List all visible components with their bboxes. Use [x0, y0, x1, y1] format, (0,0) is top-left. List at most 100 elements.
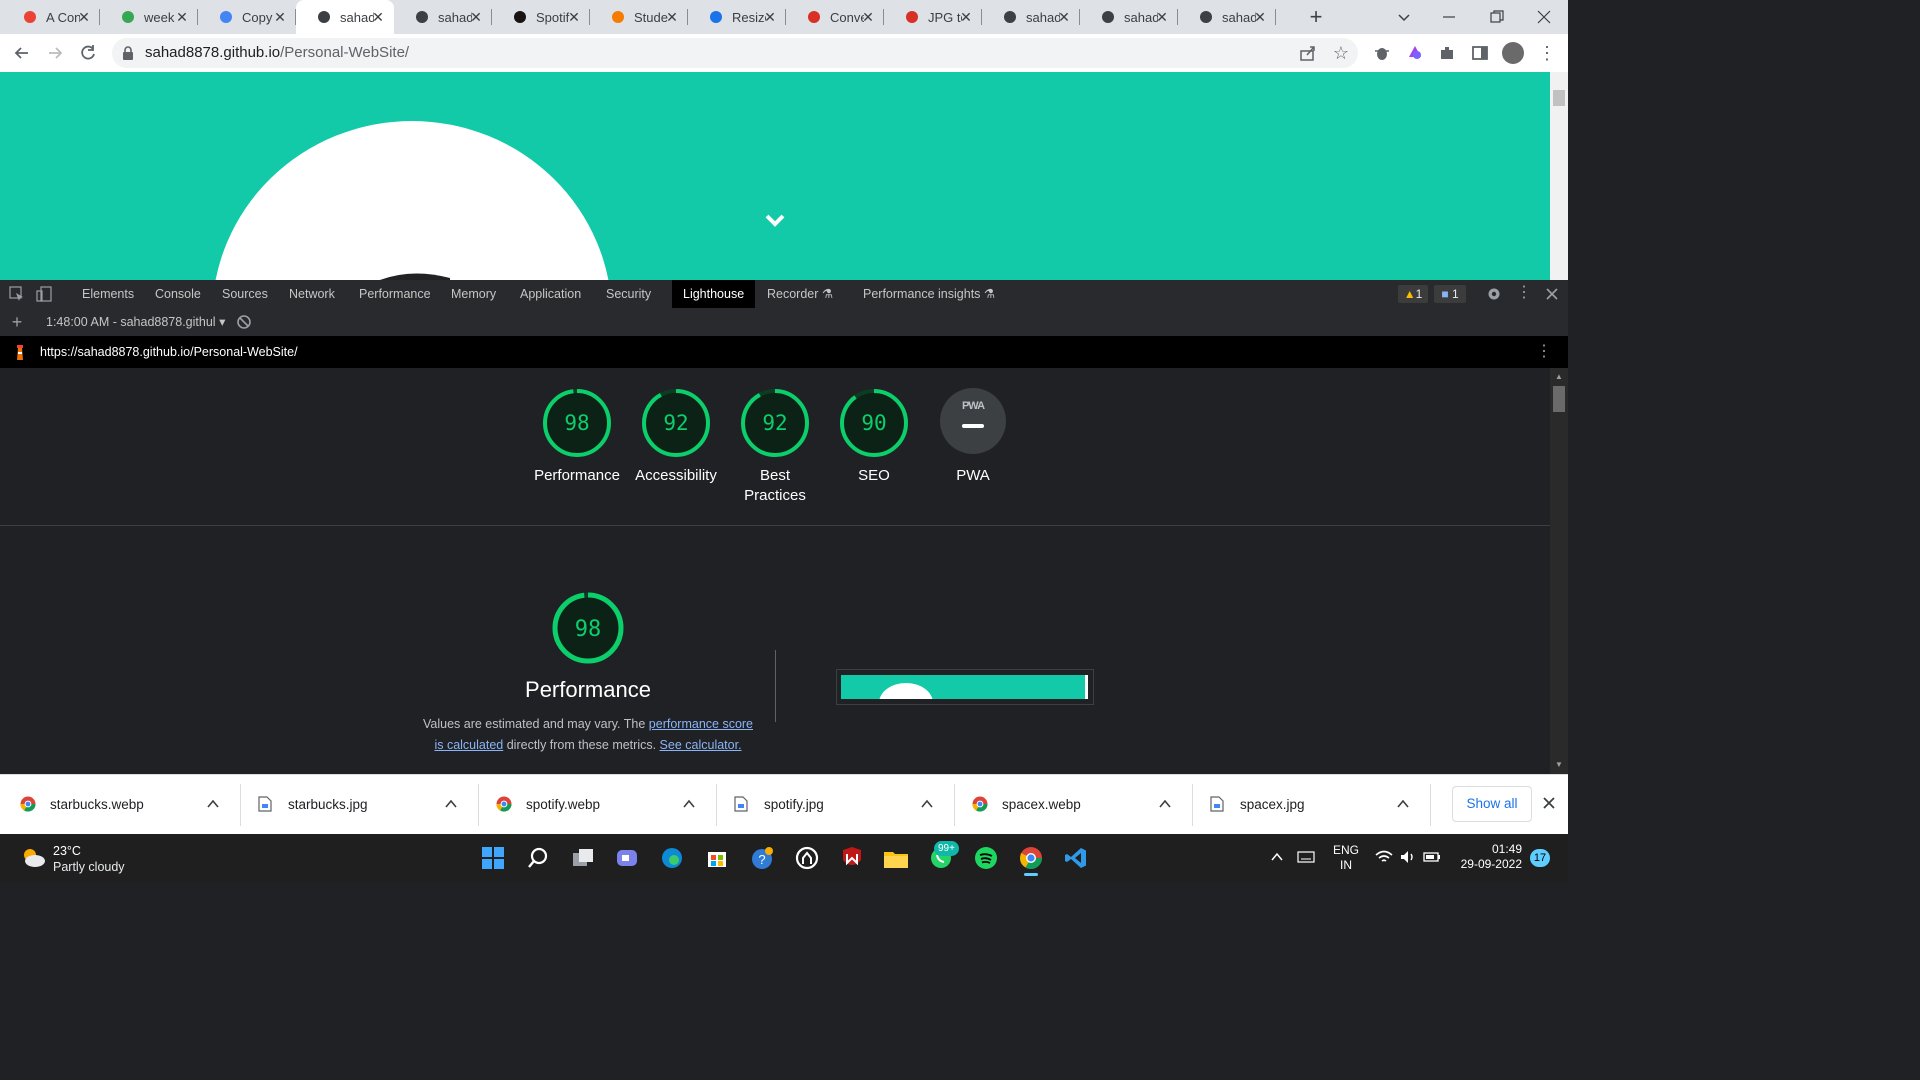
browser-tab[interactable]: sahad ✕ [1178, 0, 1276, 34]
tab-close-icon[interactable]: ✕ [1252, 9, 1268, 25]
page-scrollbar[interactable] [1550, 72, 1568, 280]
close-downloads-icon[interactable] [1542, 796, 1556, 810]
devtools-tab-performance-insights[interactable]: Performance insights ⚗ [852, 280, 1006, 308]
download-item[interactable]: starbucks.jpg [238, 774, 476, 834]
devtools-tab-recorder[interactable]: Recorder ⚗ [756, 280, 844, 308]
download-menu-chevron-icon[interactable] [206, 797, 220, 811]
devtools-settings-gear-icon[interactable] [1486, 286, 1502, 302]
bookmark-star-icon[interactable]: ☆ [1331, 43, 1351, 63]
weather-temp[interactable]: 23°C [53, 843, 81, 859]
download-item[interactable]: spacex.webp [952, 774, 1190, 834]
download-menu-chevron-icon[interactable] [682, 797, 696, 811]
browser-tab[interactable]: sahad ✕ [1080, 0, 1178, 34]
browser-tab[interactable]: JPG to✕ [884, 0, 982, 34]
download-item[interactable]: spotify.webp [476, 774, 714, 834]
battery-icon[interactable] [1423, 849, 1441, 865]
tab-close-icon[interactable]: ✕ [1056, 9, 1072, 25]
devtools-tab-security[interactable]: Security [595, 280, 662, 308]
see-calculator-link[interactable]: See calculator. [660, 738, 742, 752]
page-scroll-thumb[interactable] [1553, 90, 1565, 106]
back-icon[interactable] [12, 43, 32, 63]
devtools-more-icon[interactable]: ⋮ [1516, 283, 1532, 303]
browser-tab[interactable]: sahad ✕ [394, 0, 492, 34]
partly-cloudy-icon[interactable] [20, 845, 46, 869]
gauge-best-practices[interactable]: 92 [740, 388, 810, 458]
tab-close-icon[interactable]: ✕ [272, 9, 288, 25]
gauge-seo[interactable]: 90 [839, 388, 909, 458]
warnings-badge[interactable]: ▲1 [1398, 285, 1428, 303]
tray-chevron-icon[interactable] [1270, 850, 1284, 864]
inspect-element-icon[interactable] [9, 286, 25, 302]
lock-icon[interactable] [122, 46, 134, 60]
devtools-tab-application[interactable]: Application [509, 280, 592, 308]
messages-badge[interactable]: ■ 1 [1434, 285, 1466, 303]
mcafee-icon[interactable] [838, 844, 866, 872]
devtools-tab-lighthouse[interactable]: Lighthouse [672, 280, 756, 308]
extension-bug-icon[interactable] [1372, 43, 1392, 63]
forward-icon[interactable] [45, 43, 65, 63]
devtools-tab-elements[interactable]: Elements [71, 280, 145, 308]
devtools-tab-performance[interactable]: Performance [348, 280, 442, 308]
scroll-down-arrow-icon[interactable]: ▼ [1555, 760, 1563, 769]
download-menu-chevron-icon[interactable] [1158, 797, 1172, 811]
new-tab-button[interactable]: + [1306, 6, 1326, 28]
restore-icon[interactable] [1488, 8, 1506, 26]
show-all-button[interactable]: Show all [1452, 786, 1532, 822]
spotify-icon[interactable] [972, 844, 1000, 872]
new-report-icon[interactable]: + [9, 313, 25, 331]
profile-avatar[interactable] [1502, 42, 1524, 64]
scroll-up-arrow-icon[interactable]: ▲ [1555, 372, 1563, 381]
browser-tab[interactable]: sahad ✕ [296, 0, 394, 34]
devtools-close-icon[interactable] [1544, 286, 1560, 302]
reload-icon[interactable] [78, 43, 98, 63]
download-menu-chevron-icon[interactable] [1396, 797, 1410, 811]
report-url[interactable]: https://sahad8878.github.io/Personal-Web… [40, 344, 298, 360]
download-menu-chevron-icon[interactable] [920, 797, 934, 811]
minimize-icon[interactable] [1440, 8, 1458, 26]
search-icon[interactable] [524, 844, 552, 872]
extensions-puzzle-icon[interactable] [1437, 43, 1457, 63]
clock[interactable]: 01:49 29-09-2022 [1448, 842, 1522, 872]
notification-count-badge[interactable]: 17 [1530, 849, 1550, 867]
report-select[interactable]: 1:48:00 AM - sahad8878.githul ▾ [46, 314, 225, 330]
browser-tab[interactable]: sahad ✕ [982, 0, 1080, 34]
chrome-menu-icon[interactable]: ⋮ [1537, 43, 1557, 63]
tab-close-icon[interactable]: ✕ [762, 9, 778, 25]
report-menu-icon[interactable]: ⋮ [1536, 342, 1552, 362]
tab-close-icon[interactable]: ✕ [958, 9, 974, 25]
browser-tab[interactable]: Copy ✕ [198, 0, 296, 34]
tab-close-icon[interactable]: ✕ [468, 9, 484, 25]
tab-close-icon[interactable]: ✕ [1154, 9, 1170, 25]
edge-icon[interactable] [658, 844, 686, 872]
download-menu-chevron-icon[interactable] [444, 797, 458, 811]
vscode-icon[interactable] [1062, 844, 1090, 872]
volume-icon[interactable] [1399, 849, 1417, 865]
report-scroll-thumb[interactable] [1553, 386, 1565, 412]
teams-chat-icon[interactable] [613, 844, 641, 872]
side-panel-icon[interactable] [1470, 43, 1490, 63]
device-toolbar-icon[interactable] [36, 286, 52, 302]
devtools-tab-sources[interactable]: Sources [211, 280, 279, 308]
extension-color-icon[interactable] [1405, 43, 1425, 63]
microsoft-store-icon[interactable] [703, 844, 731, 872]
tab-close-icon[interactable]: ✕ [174, 9, 190, 25]
browser-tab[interactable]: week ✕ [100, 0, 198, 34]
url-text[interactable]: sahad8878.github.io/Personal-WebSite/ [145, 44, 409, 62]
tab-close-icon[interactable]: ✕ [76, 9, 92, 25]
report-scrollbar[interactable]: ▲ ▼ [1550, 368, 1568, 774]
task-view-icon[interactable] [569, 844, 597, 872]
download-item[interactable]: spacex.jpg [1190, 774, 1428, 834]
browser-tab[interactable]: Conve ✕ [786, 0, 884, 34]
gauge-accessibility[interactable]: 92 [641, 388, 711, 458]
keyboard-icon[interactable] [1297, 850, 1315, 864]
share-icon[interactable] [1298, 43, 1318, 63]
pwa-gauge[interactable]: PWA [940, 388, 1006, 454]
devtools-tab-network[interactable]: Network [278, 280, 346, 308]
chrome-icon[interactable] [1017, 844, 1045, 872]
tab-close-icon[interactable]: ✕ [566, 9, 582, 25]
tab-close-icon[interactable]: ✕ [664, 9, 680, 25]
weather-desc[interactable]: Partly cloudy [53, 859, 125, 875]
windows-start-icon[interactable] [479, 844, 507, 872]
language-indicator[interactable]: ENG IN [1332, 843, 1360, 873]
github-desktop-icon[interactable] [793, 844, 821, 872]
